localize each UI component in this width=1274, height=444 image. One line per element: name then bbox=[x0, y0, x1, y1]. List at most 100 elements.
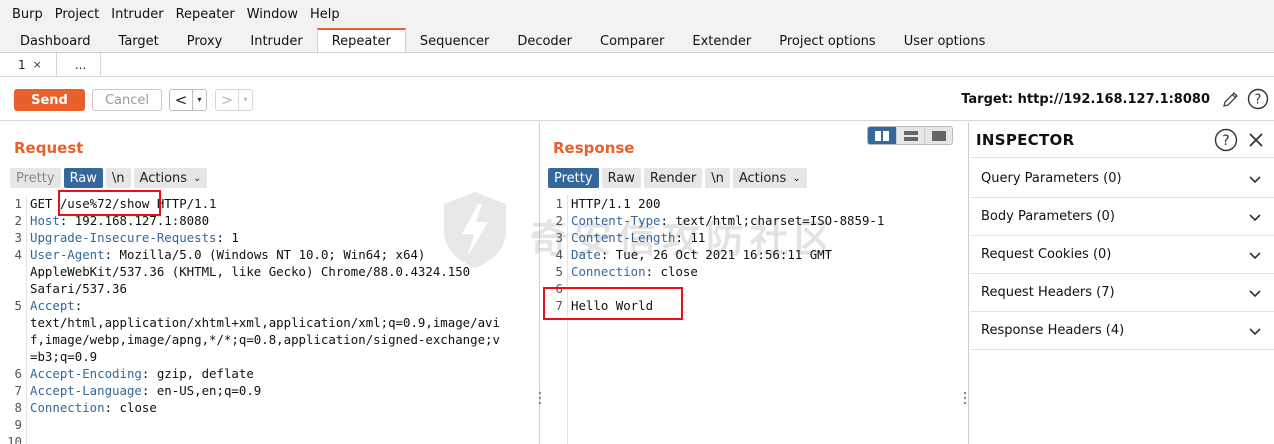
tab-comparer[interactable]: Comparer bbox=[586, 30, 678, 52]
line-number: 4 bbox=[14, 247, 22, 262]
code-line: 3 Upgrade-Insecure-Requests: 1 bbox=[0, 229, 539, 246]
send-button[interactable]: Send bbox=[14, 89, 85, 111]
header-name: Accept-Encoding bbox=[30, 366, 142, 381]
inspector-header: INSPECTOR ? bbox=[970, 122, 1274, 158]
tab-dashboard[interactable]: Dashboard bbox=[6, 30, 105, 52]
close-icon[interactable] bbox=[1246, 130, 1266, 150]
request-pane: Request Pretty Raw \n Actions ⌄ 1 GET /us… bbox=[0, 122, 542, 444]
line-content: HTTP/1.1 200 bbox=[571, 196, 661, 211]
header-name: User-Agent bbox=[30, 247, 105, 262]
response-actions-menu[interactable]: Actions ⌄ bbox=[732, 168, 807, 188]
header-value: 1 bbox=[223, 230, 239, 245]
code-line: 5 Accept: bbox=[0, 297, 539, 314]
help-icon[interactable]: ? bbox=[1214, 128, 1238, 152]
pencil-icon[interactable] bbox=[1221, 89, 1241, 109]
chevron-down-icon bbox=[1249, 213, 1261, 221]
repeater-tab-1[interactable]: 1 × bbox=[0, 53, 57, 76]
response-view-render[interactable]: Render bbox=[643, 168, 703, 188]
line-content: Connection: close bbox=[30, 400, 157, 415]
menu-repeater[interactable]: Repeater bbox=[170, 7, 241, 22]
inspector-request-cookies[interactable]: Request Cookies (0) bbox=[970, 236, 1274, 274]
header-value: Mozilla/5.0 (Windows NT 10.0; Win64; x64… bbox=[112, 247, 426, 262]
section-label: Request Headers (7) bbox=[981, 285, 1115, 300]
back-history-control[interactable]: < ▾ bbox=[169, 89, 207, 111]
main-tabs: Dashboard Target Proxy Intruder Repeater… bbox=[0, 28, 1274, 53]
line-number: 5 bbox=[14, 298, 22, 313]
tab-project-options[interactable]: Project options bbox=[765, 30, 890, 52]
repeater-tab-new[interactable]: ... bbox=[57, 53, 102, 76]
response-view-raw[interactable]: Raw bbox=[601, 168, 641, 188]
chevron-down-icon[interactable]: ▾ bbox=[192, 90, 206, 110]
code-line: f,image/webp,image/apng,*/*;q=0.8,applic… bbox=[0, 331, 539, 348]
request-title: Request bbox=[14, 139, 84, 157]
tab-decoder[interactable]: Decoder bbox=[503, 30, 586, 52]
forward-history-control[interactable]: > ▾ bbox=[215, 89, 253, 111]
chevron-down-icon[interactable]: ▾ bbox=[238, 90, 252, 110]
menu-help[interactable]: Help bbox=[304, 7, 346, 22]
line-content: Accept-Language: en-US,en;q=0.9 bbox=[30, 383, 262, 398]
response-view-newline[interactable]: \n bbox=[705, 168, 730, 188]
highlight-box bbox=[543, 287, 683, 320]
svg-text:?: ? bbox=[1255, 93, 1262, 108]
chevron-down-icon bbox=[1249, 289, 1261, 297]
chevron-down-icon: ⌄ bbox=[792, 172, 801, 184]
header-name: Accept bbox=[30, 298, 75, 313]
menu-project[interactable]: Project bbox=[49, 7, 105, 22]
menu-intruder[interactable]: Intruder bbox=[105, 7, 169, 22]
inspector-body-parameters[interactable]: Body Parameters (0) bbox=[970, 198, 1274, 236]
line-number: 5 bbox=[555, 264, 563, 279]
line-content: Upgrade-Insecure-Requests: 1 bbox=[30, 230, 239, 245]
menu-window[interactable]: Window bbox=[241, 7, 304, 22]
tab-target[interactable]: Target bbox=[105, 30, 173, 52]
code-line: Safari/537.36 bbox=[0, 280, 539, 297]
header-value: close bbox=[112, 400, 157, 415]
code-line: 8 Connection: close bbox=[0, 399, 539, 416]
chevron-down-icon: ⌄ bbox=[193, 172, 202, 184]
tab-proxy[interactable]: Proxy bbox=[173, 30, 237, 52]
header-name: Content-Type bbox=[571, 213, 661, 228]
response-view-pretty[interactable]: Pretty bbox=[548, 168, 599, 188]
layout-tabs-icon[interactable] bbox=[924, 127, 952, 144]
line-number: 3 bbox=[555, 230, 563, 245]
request-view-newline[interactable]: \n bbox=[105, 168, 131, 188]
inspector-response-headers[interactable]: Response Headers (4) bbox=[970, 312, 1274, 350]
layout-stacked-icon[interactable] bbox=[896, 127, 924, 144]
drag-handle-icon[interactable] bbox=[963, 390, 967, 406]
code-line: =b3;q=0.9 bbox=[0, 348, 539, 365]
cancel-button[interactable]: Cancel bbox=[92, 89, 162, 111]
tab-user-options[interactable]: User options bbox=[890, 30, 1000, 52]
back-arrow-icon[interactable]: < bbox=[170, 90, 192, 110]
line-content: =b3;q=0.9 bbox=[30, 349, 98, 364]
code-line: 10 bbox=[0, 433, 539, 444]
response-title: Response bbox=[553, 139, 635, 157]
header-value: text/html;charset=ISO-8859-1 bbox=[668, 213, 885, 228]
tab-intruder[interactable]: Intruder bbox=[236, 30, 316, 52]
code-line: 3 Content-Length: 11 bbox=[541, 229, 968, 246]
tab-extender[interactable]: Extender bbox=[678, 30, 765, 52]
layout-toggle bbox=[867, 126, 953, 145]
line-content: AppleWebKit/537.36 (KHTML, like Gecko) C… bbox=[30, 264, 471, 279]
request-editor[interactable]: 1 GET /use%72/show HTTP/1.1 2 Host: 192.168… bbox=[0, 195, 539, 444]
line-content: Accept-Encoding: gzip, deflate bbox=[30, 366, 254, 381]
line-number: 9 bbox=[14, 417, 22, 432]
close-icon[interactable]: × bbox=[33, 58, 42, 71]
inspector-query-parameters[interactable]: Query Parameters (0) bbox=[970, 160, 1274, 198]
request-actions-menu[interactable]: Actions ⌄ bbox=[133, 168, 208, 188]
forward-arrow-icon[interactable]: > bbox=[216, 90, 238, 110]
help-icon[interactable]: ? bbox=[1247, 88, 1269, 110]
actions-label: Actions bbox=[139, 170, 188, 186]
layout-side-by-side-icon[interactable] bbox=[868, 127, 896, 144]
code-line: text/html,application/xhtml+xml,applicat… bbox=[0, 314, 539, 331]
repeater-tab-label: 1 bbox=[18, 57, 26, 72]
tab-repeater[interactable]: Repeater bbox=[316, 28, 406, 52]
header-value: Tue, 26 Oct 2021 16:56:11 GMT bbox=[608, 247, 833, 262]
response-pane: Response Pretty Raw Render \n Actions ⌄ … bbox=[541, 122, 969, 444]
request-view-bar: Pretty Raw \n Actions ⌄ bbox=[10, 168, 208, 190]
menu-burp[interactable]: Burp bbox=[6, 7, 49, 22]
code-line: 4 User-Agent: Mozilla/5.0 (Windows NT 10.… bbox=[0, 246, 539, 263]
request-view-pretty[interactable]: Pretty bbox=[10, 168, 61, 188]
request-view-raw[interactable]: Raw bbox=[63, 168, 103, 188]
line-number: 7 bbox=[14, 383, 22, 398]
inspector-request-headers[interactable]: Request Headers (7) bbox=[970, 274, 1274, 312]
tab-sequencer[interactable]: Sequencer bbox=[406, 30, 503, 52]
